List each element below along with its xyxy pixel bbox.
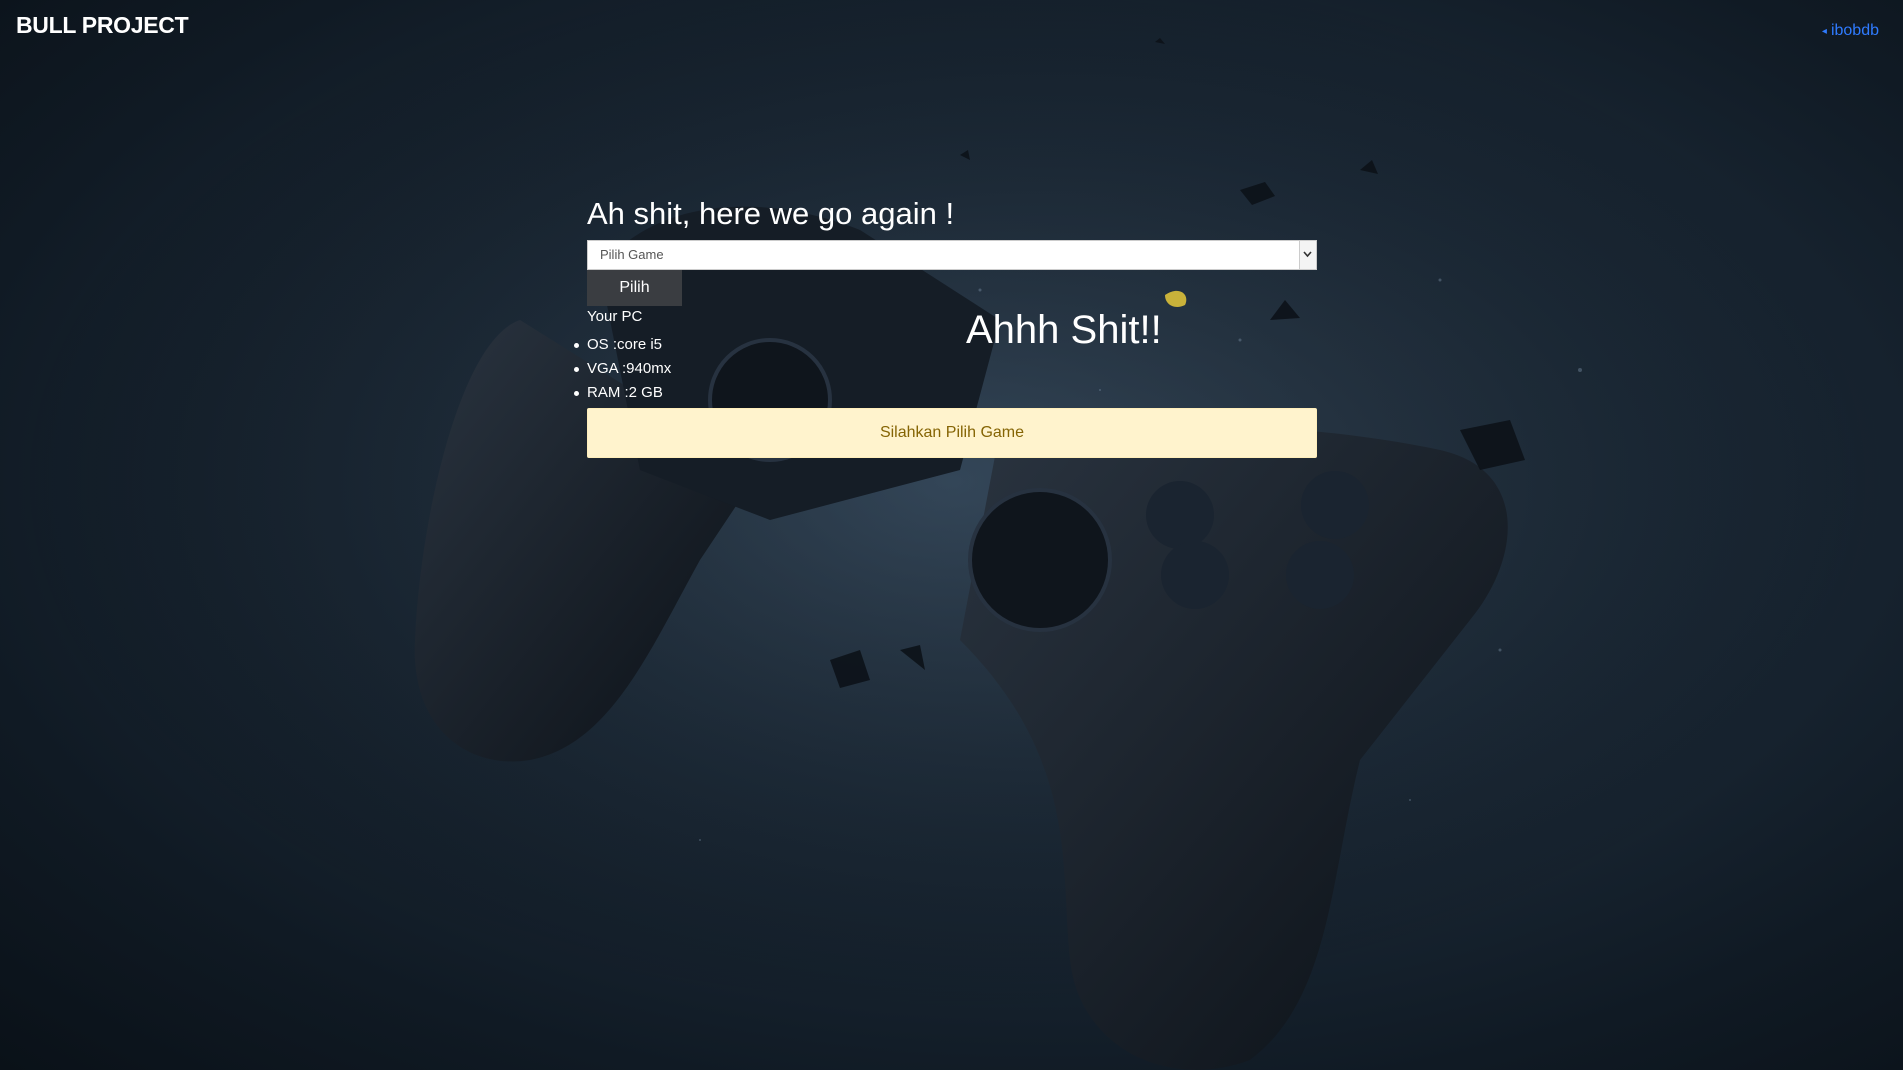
user-link[interactable]: ◂ ibobdb bbox=[1822, 22, 1879, 40]
exploding-controller-background bbox=[0, 0, 1903, 1070]
user-link-label: ibobdb bbox=[1830, 22, 1879, 39]
pick-button[interactable]: Pilih bbox=[587, 270, 682, 306]
headline-text: Ahhh Shit!! bbox=[966, 308, 1162, 352]
brand-logo[interactable]: BULL PROJECT bbox=[16, 12, 189, 39]
game-select-value: Pilih Game bbox=[600, 247, 664, 262]
page-title: Ah shit, here we go again ! bbox=[587, 196, 955, 231]
spec-os: OS :core i5 bbox=[574, 333, 1317, 357]
chevron-left-icon: ◂ bbox=[1821, 26, 1827, 37]
select-game-alert: Silahkan Pilih Game bbox=[587, 408, 1317, 458]
spec-vga: VGA :940mx bbox=[574, 357, 1317, 381]
game-picker-panel: Ah shit, here we go again ! Pilih Game P… bbox=[574, 190, 1317, 458]
pc-specs-list: OS :core i5 VGA :940mx RAM :2 GB bbox=[574, 333, 1317, 405]
pc-specs-label: Your PC bbox=[587, 308, 643, 325]
chevron-down-icon[interactable] bbox=[1299, 241, 1316, 269]
game-select[interactable]: Pilih Game bbox=[587, 240, 1317, 270]
spec-ram: RAM :2 GB bbox=[574, 381, 1317, 405]
